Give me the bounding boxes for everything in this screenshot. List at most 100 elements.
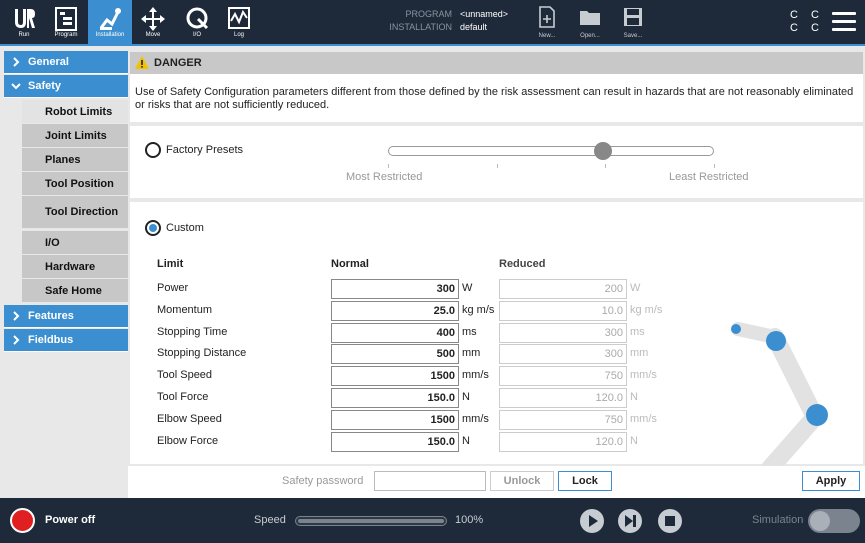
normal-value-field[interactable]: 300 xyxy=(331,279,459,299)
presets-slider-track[interactable] xyxy=(388,146,714,156)
normal-value-field[interactable]: 1500 xyxy=(331,410,459,430)
simulation-toggle[interactable] xyxy=(808,509,860,533)
limit-row-label: Tool Speed xyxy=(157,369,213,381)
sidebar-item-planes[interactable]: Planes xyxy=(22,148,128,171)
normal-unit: kg m/s xyxy=(462,304,495,316)
reduced-unit: mm xyxy=(630,347,649,359)
sidebar: General Safety Robot Limits Joint Limits… xyxy=(0,48,128,498)
control-status[interactable]: C C C C xyxy=(790,9,824,35)
stop-button[interactable] xyxy=(658,509,682,533)
password-bar: Safety password Unlock Lock Apply xyxy=(128,466,865,498)
nav-run[interactable]: Run xyxy=(4,0,44,46)
normal-value-field[interactable]: 150.0 xyxy=(331,388,459,408)
sidebar-safety-label: Safety xyxy=(28,80,62,92)
chevron-right-icon xyxy=(13,311,20,321)
save-button[interactable]: Save... xyxy=(621,6,645,39)
presets-slider-knob[interactable] xyxy=(594,142,612,160)
sidebar-item-robot-limits[interactable]: Robot Limits xyxy=(22,100,128,123)
factory-presets-radio[interactable] xyxy=(145,142,161,158)
step-button[interactable] xyxy=(618,509,642,533)
nav-move[interactable]: Move xyxy=(136,0,170,46)
danger-message: Use of Safety Configuration parameters d… xyxy=(130,74,863,122)
sidebar-item-features[interactable]: Features xyxy=(4,305,128,328)
normal-value-field[interactable]: 25.0 xyxy=(331,301,459,321)
nav-program[interactable]: Program xyxy=(46,0,86,46)
chevron-right-icon xyxy=(13,335,20,345)
normal-value-field[interactable]: 1500 xyxy=(331,366,459,386)
danger-header: DANGER xyxy=(130,52,863,74)
simulation-label: Simulation xyxy=(752,514,804,526)
new-file-icon xyxy=(539,6,555,28)
limit-row-label: Power xyxy=(157,282,189,294)
sidebar-item-hardware[interactable]: Hardware xyxy=(22,255,128,278)
open-button[interactable]: Open... xyxy=(578,6,602,39)
sidebar-fieldbus-label: Fieldbus xyxy=(28,334,74,346)
normal-unit: W xyxy=(462,282,473,294)
reduced-value-field: 120.0 xyxy=(499,388,627,408)
nav-run-label: Run xyxy=(18,32,30,38)
custom-label: Custom xyxy=(166,222,204,234)
sidebar-item-io[interactable]: I/O xyxy=(22,231,128,254)
speed-label: Speed xyxy=(254,514,286,526)
custom-radio[interactable] xyxy=(145,220,161,236)
program-key: PROGRAM xyxy=(405,9,452,19)
stop-icon xyxy=(665,516,675,526)
sidebar-item-fieldbus[interactable]: Fieldbus xyxy=(4,329,128,352)
slider-tick xyxy=(388,164,389,168)
sidebar-item-general[interactable]: General xyxy=(4,51,128,74)
reduced-unit: kg m/s xyxy=(630,304,663,316)
new-button[interactable]: New... xyxy=(535,6,559,39)
play-button[interactable] xyxy=(580,509,604,533)
warning-icon xyxy=(135,56,149,69)
nav-log[interactable]: Log xyxy=(222,0,256,46)
danger-title: DANGER xyxy=(154,57,202,69)
log-icon xyxy=(228,7,250,29)
normal-unit: mm/s xyxy=(462,413,489,425)
sidebar-item-tool-direction[interactable]: Tool Direction xyxy=(22,196,128,228)
save-label: Save... xyxy=(623,33,643,39)
normal-column-header: Normal xyxy=(331,258,369,270)
sidebar-features-label: Features xyxy=(28,310,74,322)
sidebar-item-joint-limits[interactable]: Joint Limits xyxy=(22,124,128,147)
power-icon[interactable] xyxy=(10,508,35,533)
menu-icon[interactable] xyxy=(832,12,856,32)
normal-unit: N xyxy=(462,391,470,403)
normal-unit: mm xyxy=(462,347,481,359)
safety-password-input[interactable] xyxy=(374,471,486,491)
normal-unit: ms xyxy=(462,326,477,338)
normal-value-field[interactable]: 500 xyxy=(331,344,459,364)
slider-tick xyxy=(714,164,715,168)
main-content: DANGER Use of Safety Configuration param… xyxy=(128,48,865,500)
slider-tick xyxy=(605,164,606,168)
topbar-accent-line xyxy=(0,44,865,46)
ur-logo-icon xyxy=(15,9,35,28)
installation-icon xyxy=(99,8,121,30)
step-icon xyxy=(625,515,636,527)
sidebar-item-safe-home[interactable]: Safe Home xyxy=(22,279,128,302)
sidebar-item-safety[interactable]: Safety xyxy=(4,75,128,98)
top-bar: Run Program Installation Move I/O Log PR… xyxy=(0,0,865,46)
apply-button[interactable]: Apply xyxy=(802,471,860,491)
normal-unit: N xyxy=(462,435,470,447)
reduced-value-field: 750 xyxy=(499,366,627,386)
speed-slider-fill xyxy=(298,519,444,523)
unlock-button[interactable]: Unlock xyxy=(490,471,554,491)
reduced-unit: ms xyxy=(630,326,645,338)
factory-presets-panel: Factory Presets Most Restricted Least Re… xyxy=(130,126,863,198)
nav-move-label: Move xyxy=(145,32,161,38)
nav-installation-label: Installation xyxy=(95,32,125,38)
normal-value-field[interactable]: 150.0 xyxy=(331,432,459,452)
reduced-value-field: 750 xyxy=(499,410,627,430)
nav-io[interactable]: I/O xyxy=(180,0,214,46)
speed-slider[interactable] xyxy=(295,516,447,526)
limit-row-label: Momentum xyxy=(157,304,213,316)
io-icon xyxy=(186,7,209,30)
save-icon xyxy=(624,8,642,26)
normal-value-field[interactable]: 400 xyxy=(331,323,459,343)
sidebar-item-tool-position[interactable]: Tool Position xyxy=(22,172,128,195)
lock-button[interactable]: Lock xyxy=(558,471,612,491)
nav-installation[interactable]: Installation xyxy=(88,0,132,46)
power-off-button[interactable]: Power off xyxy=(45,514,95,526)
reduced-unit: N xyxy=(630,391,638,403)
open-label: Open... xyxy=(580,33,600,39)
